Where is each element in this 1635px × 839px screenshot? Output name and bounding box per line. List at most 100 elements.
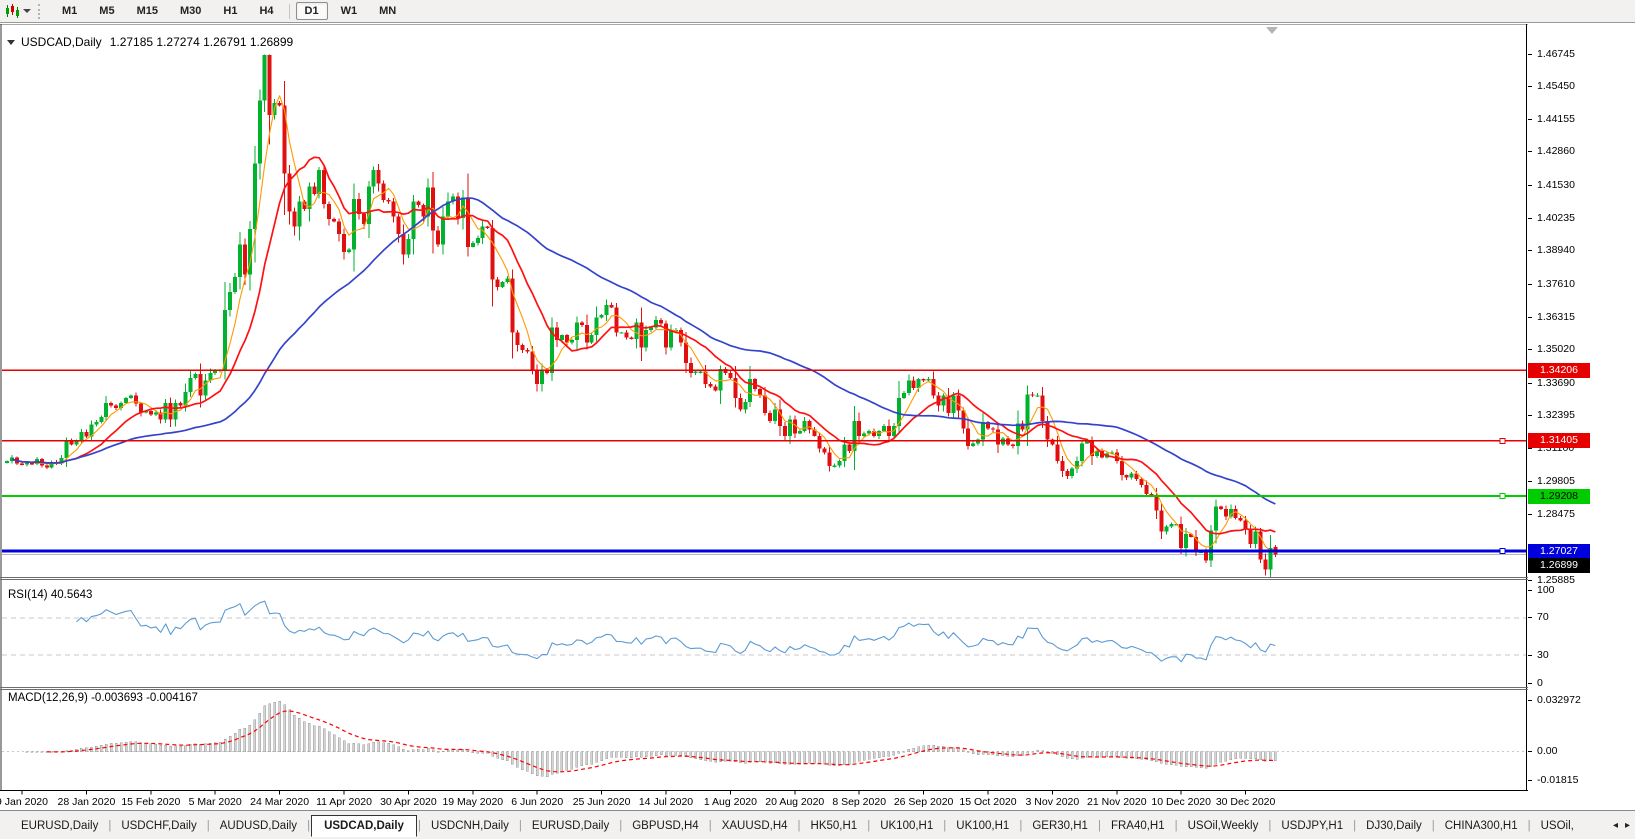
timeframe-button-mn[interactable]: MN (370, 2, 405, 20)
timeframe-button-d1[interactable]: D1 (295, 2, 328, 20)
rsi-axis-tick (1528, 682, 1532, 684)
price-level-badge-1.29208: 1.29208 (1528, 488, 1590, 504)
chart-tab-usdcad-daily-3[interactable]: USDCAD,Daily (311, 814, 417, 837)
chart-tab-dj30-daily-15[interactable]: DJ30,Daily (1357, 816, 1431, 836)
price-axis-label: 1.41530 (1537, 179, 1575, 191)
chart-tabs: EURUSD,Daily | USDCHF,Daily | AUDUSD,Daily | U… (12, 814, 1597, 837)
chart-ohlc-values: 1.27185 1.27274 1.26791 1.26899 (109, 35, 294, 49)
chart-tab-uk100-h1-9[interactable]: UK100,H1 (871, 816, 942, 836)
tab-separator: | (1527, 819, 1531, 832)
macd-axis-label: -0.01815 (1537, 773, 1579, 786)
price-axis-tick (1528, 53, 1532, 55)
time-axis-label: 10 Dec 2020 (1151, 796, 1211, 808)
timeframe-toolbar: M1 M5 M15 M30 H1 H4 D1 W1 MN (0, 0, 1635, 23)
price-level-badge-1.27027: 1.27027 (1528, 543, 1590, 559)
moving-average-45 (11, 197, 1276, 505)
price-axis-tick (1528, 316, 1532, 318)
price-axis-label: 1.40235 (1537, 211, 1575, 224)
chart-tab-xauusd-h4-7[interactable]: XAUUSD,H4 (713, 816, 797, 836)
price-axis-label: 1.29805 (1537, 474, 1575, 487)
price-axis-tick (1528, 382, 1532, 384)
time-axis-label: 6 Jun 2020 (511, 796, 563, 808)
candlestick-chart-icon[interactable] (3, 3, 21, 19)
timeframe-button-h4[interactable]: H4 (250, 2, 282, 20)
toolbar-separator (288, 3, 290, 19)
chart-tab-usdchf-daily-1[interactable]: USDCHF,Daily (112, 816, 205, 836)
rsi-axis-tick (1528, 589, 1532, 591)
tab-scroll-right-icon[interactable]: ▸ (1625, 820, 1630, 832)
chart-tab-eurusd-daily-5[interactable]: EURUSD,Daily (523, 816, 618, 836)
chart-shift-marker-icon (1266, 27, 1278, 34)
timeframe-button-m15[interactable]: M15 (128, 2, 167, 20)
price-axis-tick (1528, 480, 1532, 482)
chart-title: USDCAD,Daily 1.27185 1.27274 1.26791 1.2… (7, 35, 293, 49)
price-axis-tick (1528, 579, 1532, 581)
rsi-axis-tick (1528, 654, 1532, 656)
price-axis: 1.46745 1.45450 1.44155 1.42860 1.41530 1.402… (1528, 24, 1635, 810)
tab-separator: | (518, 819, 522, 832)
chart-tab-ger30-h1-11[interactable]: GER30,H1 (1023, 816, 1097, 836)
collapse-triangle-icon[interactable] (7, 39, 15, 45)
price-chart-canvas[interactable]: 9 Jan 2020 28 Jan 2020 15 Feb 2020 5 Mar 20… (0, 24, 1528, 810)
price-axis-tick (1528, 514, 1532, 516)
chart-tab-usoil-17[interactable]: USOil, (1532, 816, 1583, 836)
tab-separator: | (1431, 819, 1435, 832)
macd-axis-tick (1528, 779, 1532, 781)
timeframe-button-m1[interactable]: M1 (53, 2, 86, 20)
toolbar-grip[interactable] (38, 3, 42, 19)
rsi-indicator-label: RSI(14) 40.5643 (8, 589, 93, 601)
moving-average-13 (11, 156, 1276, 535)
rsi-axis-tick (1528, 617, 1532, 619)
price-level-badge-1.34206: 1.34206 (1528, 362, 1590, 378)
tab-separator: | (108, 819, 112, 832)
price-axis-label: 1.33690 (1537, 376, 1575, 389)
chart-tab-hk50-h1-8[interactable]: HK50,H1 (802, 816, 867, 836)
macd-axis-label: 0.032972 (1537, 693, 1581, 706)
tab-separator: | (1353, 819, 1357, 832)
timeframe-button-m30[interactable]: M30 (171, 2, 210, 20)
price-axis-label: 1.28475 (1537, 508, 1575, 521)
time-axis-label: 3 Nov 2020 (1026, 796, 1080, 808)
timeframe-button-h1[interactable]: H1 (214, 2, 246, 20)
time-axis-label: 9 Jan 2020 (0, 796, 48, 808)
candlesticks[interactable] (5, 54, 1278, 579)
price-axis-tick (1528, 250, 1532, 252)
tab-separator: | (797, 819, 801, 832)
rsi-axis-label: 30 (1537, 648, 1549, 661)
price-level-badge-1.31405: 1.31405 (1528, 433, 1590, 449)
macd-histogram (25, 701, 1277, 777)
macd-indicator-label: MACD(12,26,9) -0.003693 -0.004167 (8, 692, 198, 704)
price-axis-label: 1.44155 (1537, 112, 1575, 125)
time-axis-label: 26 Sep 2020 (894, 796, 954, 808)
rsi-axis-label: 0 (1537, 676, 1543, 689)
chart-tab-eurusd-daily-0[interactable]: EURUSD,Daily (12, 816, 107, 836)
time-axis-label: 30 Apr 2020 (380, 796, 437, 808)
price-axis-label: 1.38940 (1537, 244, 1575, 257)
rsi-axis-label: 100 (1537, 583, 1555, 596)
rsi-axis-label: 70 (1537, 611, 1549, 624)
chart-tab-audusd-daily-2[interactable]: AUDUSD,Daily (211, 816, 306, 836)
chart-tab-uk100-h1-10[interactable]: UK100,H1 (947, 816, 1018, 836)
chart-tab-usdjpy-h1-14[interactable]: USDJPY,H1 (1272, 816, 1352, 836)
price-axis-label: 1.45450 (1537, 80, 1575, 93)
time-axis-label: 1 Aug 2020 (704, 796, 757, 808)
timeframe-button-w1[interactable]: W1 (332, 2, 367, 20)
tab-scroll-left-icon[interactable]: ◂ (1613, 820, 1618, 832)
tab-separator: | (1019, 819, 1023, 832)
tab-separator: | (417, 819, 421, 832)
chevron-down-icon[interactable] (23, 9, 31, 13)
current-price-badge: 1.26899 (1528, 557, 1590, 573)
price-axis-tick (1528, 349, 1532, 351)
chart-tab-usdcnh-daily-4[interactable]: USDCNH,Daily (422, 816, 518, 836)
chart-tab-fra40-h1-12[interactable]: FRA40,H1 (1102, 816, 1174, 836)
tab-separator: | (206, 819, 210, 832)
price-axis-tick (1528, 118, 1532, 120)
price-axis-tick (1528, 415, 1532, 417)
time-axis-label: 15 Oct 2020 (959, 796, 1016, 808)
chart-tab-usoil-weekly-13[interactable]: USOil,Weekly (1179, 816, 1268, 836)
time-axis-label: 14 Jul 2020 (639, 796, 693, 808)
chart-tab-china300-h1-16[interactable]: CHINA300,H1 (1436, 816, 1527, 836)
tab-separator: | (943, 819, 947, 832)
timeframe-button-m5[interactable]: M5 (90, 2, 123, 20)
chart-tab-gbpusd-h4-6[interactable]: GBPUSD,H4 (623, 816, 707, 836)
